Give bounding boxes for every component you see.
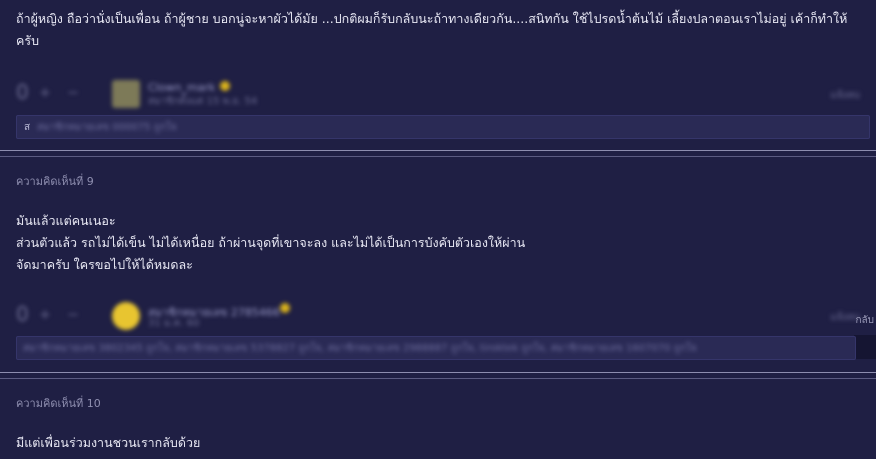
comment-number: ความคิดเห็นที่ 9 (16, 175, 94, 188)
divider (0, 372, 876, 373)
vote-count: 0 (16, 80, 29, 104)
reaction-text: สมาชิกหมายเลข 3802345 ถูกใจ, สมาชิกหมายเ… (23, 343, 697, 354)
comment-line: จัดมาครับ ใครขอไปให้ได้หมดละ (16, 257, 193, 272)
comment-body: มันแล้วแต่คนเนอะ ส่วนตัวแล้ว รถไม่ได้เข็… (16, 210, 525, 276)
comment-9: ความคิดเห็นที่ 9 มันแล้วแต่คนเนอะ ส่วนตั… (0, 158, 876, 372)
reaction-prefix: ส (24, 122, 31, 133)
member-badge-icon (280, 303, 290, 313)
reply-label[interactable]: กลับ (855, 313, 874, 328)
avatar[interactable] (112, 80, 140, 108)
vote-up-icon[interactable]: + (38, 86, 52, 100)
username[interactable]: Clown_mark (148, 81, 215, 94)
vote-up-icon[interactable]: + (38, 308, 52, 322)
avatar[interactable] (112, 302, 140, 330)
comment-10: ความคิดเห็นที่ 10 มีแต่เพื่อนร่วมงานชวนเ… (0, 380, 876, 459)
comment-number: ความคิดเห็นที่ 10 (16, 397, 101, 410)
comment-line: ส่วนตัวแล้ว รถไม่ได้เข็น ไม่ได้เหนื่อย ถ… (16, 235, 526, 250)
reply-box-edge[interactable] (854, 335, 876, 359)
comment-body: ถ้าผู้หญิง ถือว่านั่งเป็นเพื่อน ถ้าผู้ชา… (16, 11, 848, 48)
comment-body: มีแต่เพื่อนร่วมงานชวนเรากลับด้วย (16, 435, 201, 450)
reaction-text: สมาชิกหมายเลข 000075 ถูกใจ (37, 122, 177, 133)
comment-date: สมาชิกตั้งแต่ 15 พ.ย. 54 (148, 96, 258, 107)
comment-line: มันแล้วแต่คนเนอะ (16, 213, 116, 228)
vote-count: 0 (16, 302, 29, 326)
comment-top: ถ้าผู้หญิง ถือว่านั่งเป็นเพื่อน ถ้าผู้ชา… (0, 0, 876, 150)
vote-down-icon[interactable]: − (66, 86, 80, 100)
member-badge-icon (220, 81, 230, 91)
vote-row: 0 + − สมาชิกหมายเลข 2785466 31 ม.ค. 60 แ… (16, 302, 876, 330)
vote-row: 0 + − Clown_mark สมาชิกตั้งแต่ 15 พ.ย. 5… (16, 80, 876, 108)
reaction-bar[interactable]: สมาชิกหมายเลข 3802345 ถูกใจ, สมาชิกหมายเ… (16, 336, 856, 360)
divider (0, 150, 876, 151)
divider (0, 156, 876, 157)
report-link[interactable]: แจ้งลบ (830, 88, 860, 103)
divider (0, 378, 876, 379)
vote-down-icon[interactable]: − (66, 308, 80, 322)
comment-date: 31 ม.ค. 60 (148, 318, 200, 329)
reaction-bar[interactable]: ส สมาชิกหมายเลข 000075 ถูกใจ (16, 115, 870, 139)
